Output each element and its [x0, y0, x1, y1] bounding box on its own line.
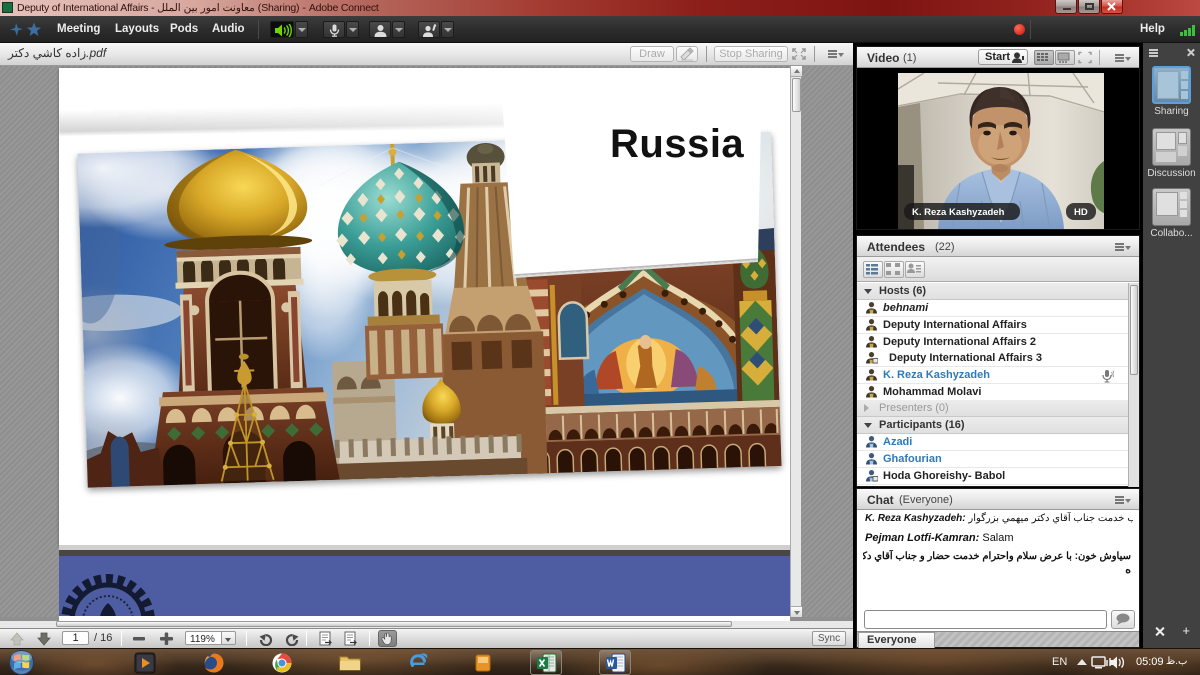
svg-text:K. Reza Kashyzadeh: K. Reza Kashyzadeh — [912, 207, 1005, 218]
svg-text:HD: HD — [1074, 207, 1088, 218]
